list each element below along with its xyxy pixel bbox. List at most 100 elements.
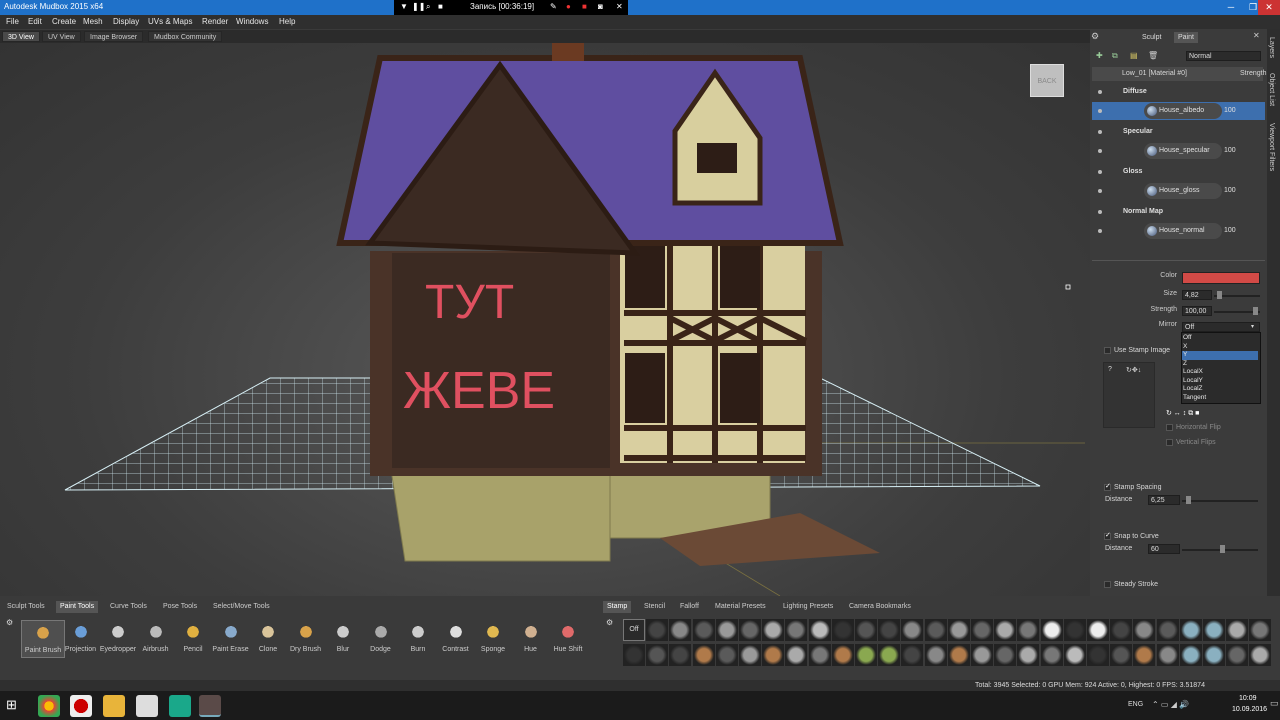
tab-select-move-tools[interactable]: Select/Move Tools bbox=[209, 601, 274, 613]
stamp-thumbnail[interactable] bbox=[878, 619, 901, 641]
language-indicator[interactable]: ENG bbox=[1128, 701, 1143, 708]
stamp-thumbnail[interactable] bbox=[831, 619, 854, 641]
tools-settings-icon[interactable]: ⚙ bbox=[6, 618, 13, 627]
app-icon[interactable] bbox=[169, 695, 191, 717]
stamp-thumbnail[interactable] bbox=[1110, 644, 1133, 666]
windows-start-icon[interactable]: ⊞ bbox=[6, 697, 17, 713]
recorder-close-icon[interactable]: ✕ bbox=[616, 2, 623, 11]
material-row[interactable]: Low_01 [Material #0] Strength bbox=[1092, 67, 1266, 81]
mirror-option-off[interactable]: Off bbox=[1182, 334, 1258, 343]
size-field[interactable]: 4,82 bbox=[1182, 290, 1212, 300]
chevron-down-icon[interactable]: ▾ bbox=[1251, 323, 1254, 330]
mirror-option-localx[interactable]: LocalX bbox=[1182, 368, 1258, 377]
stamp-distance-field[interactable]: 6,25 bbox=[1148, 495, 1180, 505]
stamp-thumbnail[interactable] bbox=[831, 644, 854, 666]
dropdown-icon[interactable]: ▼ bbox=[400, 2, 408, 11]
stamp-thumbnail[interactable] bbox=[947, 644, 970, 666]
tab-sculpt-tools[interactable]: Sculpt Tools bbox=[3, 601, 49, 613]
strength-field[interactable]: 100,00 bbox=[1182, 306, 1212, 316]
layer-group-gloss[interactable]: Gloss bbox=[1092, 163, 1265, 181]
side-tab-viewport-filters[interactable]: Viewport Filters bbox=[1268, 123, 1275, 171]
tab-uv-view[interactable]: UV View bbox=[42, 31, 81, 42]
menu-create[interactable]: Create bbox=[52, 17, 76, 26]
stamp-thumbnail[interactable] bbox=[1133, 619, 1156, 641]
menu-edit[interactable]: Edit bbox=[28, 17, 42, 26]
use-stamp-image-checkbox[interactable] bbox=[1104, 347, 1111, 354]
stamp-thumbnail[interactable] bbox=[669, 644, 692, 666]
tab-stamp[interactable]: Stamp bbox=[603, 601, 632, 613]
tab-image-browser[interactable]: Image Browser bbox=[84, 31, 144, 42]
stamp-thumbnail[interactable] bbox=[669, 619, 692, 641]
tool-hue-shift[interactable]: Hue Shift bbox=[546, 620, 590, 658]
stamp-thumbnail[interactable] bbox=[1040, 644, 1063, 666]
stamp-thumbnail[interactable] bbox=[692, 619, 715, 641]
tab-material-presets[interactable]: Material Presets bbox=[711, 601, 770, 613]
stamp-thumbnail[interactable] bbox=[1017, 619, 1040, 641]
stamp-thumbnail[interactable] bbox=[1087, 619, 1109, 641]
duplicate-layer-icon[interactable]: ⧉ bbox=[1112, 51, 1118, 61]
stamp-thumbnail[interactable] bbox=[762, 644, 785, 666]
stamp-thumbnail[interactable] bbox=[1226, 644, 1249, 666]
stamp-thumbnail[interactable] bbox=[1156, 619, 1179, 641]
steady-stroke-checkbox[interactable] bbox=[1104, 581, 1111, 588]
stamp-thumbnail[interactable] bbox=[808, 644, 831, 666]
notification-icon[interactable]: ▭ bbox=[1270, 698, 1279, 709]
stamp-thumbnail[interactable] bbox=[623, 644, 645, 666]
tab-sculpt[interactable]: Sculpt bbox=[1138, 32, 1165, 43]
tab-3d-view[interactable]: 3D View bbox=[2, 31, 40, 42]
stamp-distance-slider[interactable] bbox=[1182, 500, 1258, 502]
stamp-thumbnail[interactable] bbox=[785, 619, 808, 641]
delete-layer-icon[interactable]: 🗑 bbox=[1148, 51, 1158, 60]
tab-lighting-presets[interactable]: Lighting Presets bbox=[779, 601, 837, 613]
pen-icon[interactable]: ✎ bbox=[550, 2, 557, 11]
mirror-option-y[interactable]: Y bbox=[1182, 351, 1258, 360]
stamp-thumbnail[interactable] bbox=[1063, 644, 1086, 666]
stamp-thumbnail[interactable] bbox=[971, 644, 993, 666]
tab-curve-tools[interactable]: Curve Tools bbox=[106, 601, 151, 613]
stamp-thumbnail[interactable] bbox=[855, 619, 877, 641]
mirror-option-x[interactable]: X bbox=[1182, 343, 1258, 352]
stamp-thumbnail[interactable] bbox=[1249, 619, 1272, 641]
paint-app-icon[interactable] bbox=[136, 695, 158, 717]
stamp-thumbnail[interactable] bbox=[855, 644, 877, 666]
chrome-icon[interactable] bbox=[38, 695, 60, 717]
stamp-thumbnail[interactable] bbox=[878, 644, 901, 666]
mirror-option-z[interactable]: Z bbox=[1182, 360, 1258, 369]
stamp-thumbnail[interactable] bbox=[971, 619, 993, 641]
stamp-thumbnail[interactable] bbox=[715, 619, 738, 641]
blend-mode-select[interactable]: Normal bbox=[1186, 51, 1261, 61]
tab-camera-bookmarks[interactable]: Camera Bookmarks bbox=[845, 601, 915, 613]
panel-close-icon[interactable]: ✕ bbox=[1253, 31, 1260, 40]
layer-house-specular[interactable]: House_specular 100 bbox=[1092, 142, 1265, 160]
horizontal-flip-checkbox[interactable] bbox=[1166, 424, 1173, 431]
stamp-thumbnail[interactable] bbox=[994, 619, 1017, 641]
side-tab-layers[interactable]: Layers bbox=[1268, 37, 1275, 58]
menu-help[interactable]: Help bbox=[279, 17, 295, 26]
folder-icon[interactable]: ▤ bbox=[1130, 51, 1138, 60]
panel-settings-icon[interactable]: ⚙ bbox=[1091, 31, 1099, 42]
stamp-thumbnail[interactable] bbox=[1203, 619, 1225, 641]
file-explorer-icon[interactable] bbox=[103, 695, 125, 717]
stamp-off[interactable]: Off bbox=[623, 619, 645, 641]
camera-icon[interactable]: ◙ bbox=[598, 2, 603, 11]
stamp-thumbnail[interactable] bbox=[994, 644, 1017, 666]
stamp-thumbnail[interactable] bbox=[1179, 619, 1202, 641]
layer-group-diffuse[interactable]: Diffuse bbox=[1092, 83, 1265, 101]
zoom-icon[interactable]: ⌕ bbox=[426, 2, 430, 12]
stamp-thumbnail[interactable] bbox=[1226, 619, 1249, 641]
stamp-thumbnail[interactable] bbox=[1133, 644, 1156, 666]
mirror-select[interactable]: Off bbox=[1182, 322, 1260, 332]
3d-viewport[interactable]: ТУТ ЖЕВЕ bbox=[0, 43, 1090, 596]
snap-distance-handle[interactable] bbox=[1220, 545, 1225, 553]
stamp-thumbnail[interactable] bbox=[739, 619, 761, 641]
layer-house-albedo[interactable]: House_albedo 100 bbox=[1092, 102, 1265, 120]
stamp-thumbnail[interactable] bbox=[646, 619, 669, 641]
stamp-thumbnail[interactable] bbox=[739, 644, 761, 666]
mirror-option-tangent[interactable]: Tangent bbox=[1182, 394, 1258, 403]
new-layer-icon[interactable]: ✚ bbox=[1096, 51, 1103, 60]
menu-display[interactable]: Display bbox=[113, 17, 139, 26]
stamp-thumbnail[interactable] bbox=[1017, 644, 1040, 666]
color-swatch[interactable] bbox=[1182, 272, 1260, 284]
menu-uvs-maps[interactable]: UVs & Maps bbox=[148, 17, 192, 26]
tab-pose-tools[interactable]: Pose Tools bbox=[159, 601, 201, 613]
